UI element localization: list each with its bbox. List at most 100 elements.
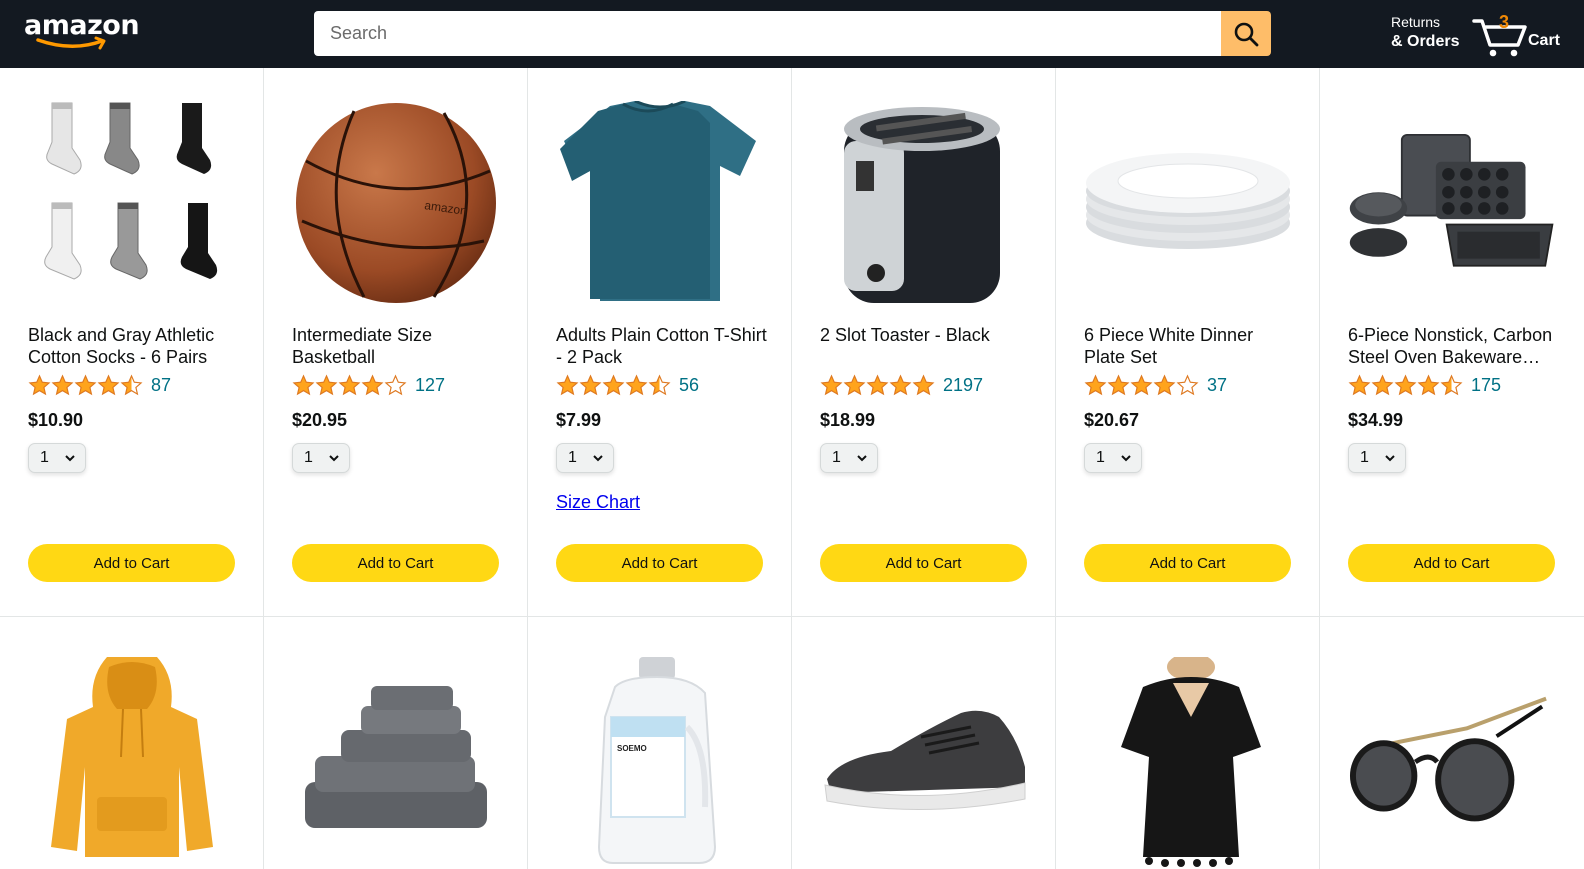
returns-label: Returns <box>1391 14 1441 30</box>
product-card <box>1056 617 1320 869</box>
star-icon <box>1371 374 1394 396</box>
hoodie-product-image[interactable] <box>28 657 236 867</box>
product-rating[interactable]: 2197 <box>820 374 983 397</box>
add-to-cart-button[interactable]: Add to Cart <box>1084 544 1291 582</box>
add-to-cart-button[interactable]: Add to Cart <box>1348 544 1555 582</box>
cart-link[interactable]: 3 Cart <box>1472 8 1572 60</box>
product-price: $20.67 <box>1084 410 1140 430</box>
quantity-value: 1 <box>1360 449 1369 466</box>
star-icon <box>1440 374 1463 396</box>
quantity-select[interactable]: 1 <box>556 443 614 473</box>
product-title[interactable]: Black and Gray Athletic Cotton Socks - 6… <box>28 324 240 368</box>
quantity-select[interactable]: 1 <box>1348 443 1406 473</box>
product-price: $34.99 <box>1348 410 1404 430</box>
product-card: 2 Slot Toaster - Black 2197 $18.99 1 Add… <box>792 68 1056 616</box>
chevron-down-icon <box>65 455 75 462</box>
towels-product-image[interactable] <box>292 657 500 867</box>
detergent-product-image[interactable]: SOEMO <box>556 657 764 867</box>
product-rating[interactable]: 87 <box>28 374 171 397</box>
quantity-select[interactable]: 1 <box>292 443 350 473</box>
star-rating <box>820 374 935 397</box>
review-count-link[interactable]: 127 <box>415 375 445 396</box>
review-count-link[interactable]: 2197 <box>943 375 983 396</box>
product-card <box>792 617 1056 869</box>
star-icon <box>292 374 315 396</box>
product-title[interactable]: 2 Slot Toaster - Black <box>820 324 1032 368</box>
quantity-value: 1 <box>1096 449 1105 466</box>
quantity-value: 1 <box>832 449 841 466</box>
beach-dress-product-image[interactable] <box>1084 657 1292 867</box>
review-count-link[interactable]: 56 <box>679 375 699 396</box>
amazon-logo[interactable]: amazon <box>24 10 144 56</box>
product-title[interactable]: 6 Piece White Dinner Plate Set <box>1084 324 1296 368</box>
basketball-product-image[interactable]: amazon <box>292 98 500 308</box>
product-price: $7.99 <box>556 410 602 430</box>
star-icon <box>384 374 407 396</box>
product-rating[interactable]: 56 <box>556 374 699 397</box>
toaster-product-image[interactable] <box>820 98 1028 308</box>
star-icon <box>1417 374 1440 396</box>
star-icon <box>361 374 384 396</box>
product-card: Adults Plain Cotton T-Shirt - 2 Pack 56 … <box>528 68 792 616</box>
chevron-down-icon <box>1121 455 1131 462</box>
star-icon <box>315 374 338 396</box>
search-button[interactable] <box>1221 11 1271 56</box>
star-icon <box>51 374 74 396</box>
quantity-value: 1 <box>40 449 49 466</box>
product-title[interactable]: Intermediate Size Basketball <box>292 324 504 368</box>
quantity-value: 1 <box>304 449 313 466</box>
star-icon <box>338 374 361 396</box>
quantity-select[interactable]: 1 <box>820 443 878 473</box>
star-icon <box>820 374 843 396</box>
add-to-cart-button[interactable]: Add to Cart <box>292 544 499 582</box>
add-to-cart-button[interactable]: Add to Cart <box>556 544 763 582</box>
product-rating[interactable]: 175 <box>1348 374 1501 397</box>
star-icon <box>866 374 889 396</box>
quantity-value: 1 <box>568 449 577 466</box>
orders-label: & Orders <box>1391 33 1460 50</box>
star-icon <box>1176 374 1199 396</box>
quantity-select[interactable]: 1 <box>28 443 86 473</box>
star-icon <box>1130 374 1153 396</box>
product-card: 6-Piece Nonstick, Carbon Steel Oven Bake… <box>1320 68 1584 616</box>
product-price: $18.99 <box>820 410 876 430</box>
add-to-cart-button[interactable]: Add to Cart <box>820 544 1027 582</box>
search-icon <box>1234 22 1259 46</box>
add-to-cart-button[interactable]: Add to Cart <box>28 544 235 582</box>
star-icon <box>1107 374 1130 396</box>
chevron-down-icon <box>329 455 339 462</box>
review-count-link[interactable]: 87 <box>151 375 171 396</box>
product-title[interactable]: 6-Piece Nonstick, Carbon Steel Oven Bake… <box>1348 324 1560 368</box>
tshirt-product-image[interactable] <box>556 98 764 308</box>
quantity-select[interactable]: 1 <box>1084 443 1142 473</box>
product-rating[interactable]: 37 <box>1084 374 1227 397</box>
star-icon <box>1084 374 1107 396</box>
star-icon <box>120 374 143 396</box>
cart-label: Cart <box>1528 32 1561 49</box>
chevron-down-icon <box>593 455 603 462</box>
product-rating[interactable]: 127 <box>292 374 445 397</box>
star-icon <box>1348 374 1371 396</box>
product-title[interactable]: Adults Plain Cotton T-Shirt - 2 Pack <box>556 324 768 368</box>
product-price: $20.95 <box>292 410 348 430</box>
bakeware-product-image[interactable] <box>1348 98 1556 308</box>
socks-product-image[interactable] <box>28 98 236 308</box>
sneaker-product-image[interactable] <box>820 657 1028 867</box>
search-bar <box>314 11 1271 56</box>
size-chart-link[interactable]: Size Chart <box>556 492 640 513</box>
review-count-link[interactable]: 37 <box>1207 375 1227 396</box>
sunglasses-product-image[interactable] <box>1348 657 1556 867</box>
search-input[interactable] <box>314 11 1221 56</box>
product-row: Black and Gray Athletic Cotton Socks - 6… <box>0 68 1584 617</box>
product-card <box>0 617 264 869</box>
product-price: $10.90 <box>28 410 84 430</box>
returns-orders-link[interactable]: Returns & Orders <box>1391 13 1459 51</box>
plates-product-image[interactable] <box>1084 98 1292 308</box>
top-nav-bar: amazon Returns & Orders 3 Cart <box>0 0 1584 68</box>
product-row: SOEMO <box>0 617 1584 869</box>
star-icon <box>97 374 120 396</box>
review-count-link[interactable]: 175 <box>1471 375 1501 396</box>
star-icon <box>74 374 97 396</box>
star-icon <box>912 374 935 396</box>
product-card <box>264 617 528 869</box>
